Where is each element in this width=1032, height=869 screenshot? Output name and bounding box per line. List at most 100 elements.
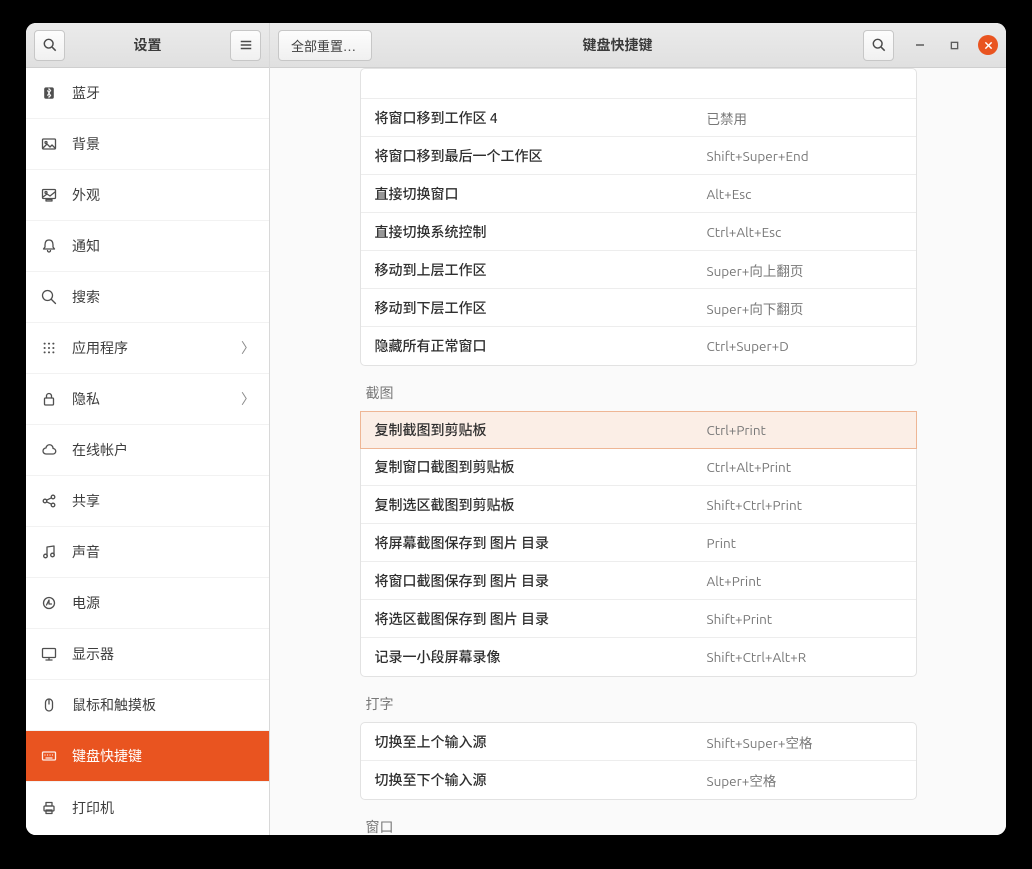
sidebar-item-background[interactable]: 背景 (26, 119, 269, 170)
shortcut-key: Shift+Ctrl+Alt+R (707, 649, 902, 665)
shortcut-row[interactable] (361, 69, 916, 99)
sidebar-item-search[interactable]: 搜索 (26, 272, 269, 323)
close-button[interactable] (978, 35, 998, 55)
background-icon (40, 136, 58, 152)
share-icon (40, 493, 58, 509)
sidebar-item-label: 通知 (72, 236, 255, 256)
sidebar-item-label: 蓝牙 (72, 83, 255, 103)
shortcut-name: 复制选区截图到剪贴板 (375, 495, 707, 515)
panel-title: 键盘快捷键 (380, 35, 855, 55)
shortcut-row[interactable]: 复制截图到剪贴板 Ctrl+Print (360, 411, 917, 449)
display-icon (40, 646, 58, 662)
shortcut-row[interactable]: 将窗口截图保存到 图片 目录 Alt+Print (361, 562, 916, 600)
sidebar: 设置 蓝牙 背景 外观 通知 搜索 应用程序 〉 隐私 〉 在线帐户 (26, 23, 270, 835)
panel-header: 全部重置… 键盘快捷键 (270, 23, 1006, 68)
sidebar-item-keyboard[interactable]: 键盘快捷键 (26, 731, 269, 782)
shortcut-row[interactable]: 将窗口移到最后一个工作区 Shift+Super+End (361, 137, 916, 175)
sidebar-item-bluetooth[interactable]: 蓝牙 (26, 68, 269, 119)
shortcut-row[interactable]: 复制选区截图到剪贴板 Shift+Ctrl+Print (361, 486, 916, 524)
shortcut-key: Shift+Super+空格 (707, 732, 902, 752)
search-icon (43, 38, 57, 52)
shortcut-key: Print (707, 535, 902, 551)
shortcut-row[interactable]: 将选区截图保存到 图片 目录 Shift+Print (361, 600, 916, 638)
shortcut-row[interactable]: 移动到上层工作区 Super+向上翻页 (361, 251, 916, 289)
section-title: 窗口 (360, 799, 917, 835)
sidebar-item-notifications[interactable]: 通知 (26, 221, 269, 272)
shortcut-row[interactable]: 记录一小段屏幕录像 Shift+Ctrl+Alt+R (361, 638, 916, 676)
sidebar-item-label: 搜索 (72, 287, 255, 307)
shortcut-key: Super+向上翻页 (707, 260, 902, 280)
shortcut-row[interactable]: 将窗口移到工作区 4 已禁用 (361, 99, 916, 137)
minimize-button[interactable] (910, 35, 930, 55)
shortcut-row[interactable]: 切换至上个输入源 Shift+Super+空格 (361, 723, 916, 761)
sidebar-item-appearance[interactable]: 外观 (26, 170, 269, 221)
appearance-icon (40, 187, 58, 203)
shortcut-name: 切换至下个输入源 (375, 770, 707, 790)
shortcut-row[interactable]: 切换至下个输入源 Super+空格 (361, 761, 916, 799)
section-title: 打字 (360, 676, 917, 722)
shortcut-row[interactable]: 复制窗口截图到剪贴板 Ctrl+Alt+Print (361, 448, 916, 486)
shortcut-list: 将窗口移到工作区 4 已禁用 将窗口移到最后一个工作区 Shift+Super+… (360, 68, 917, 366)
reset-all-button[interactable]: 全部重置… (278, 30, 372, 61)
music-icon (40, 544, 58, 560)
sidebar-item-printers[interactable]: 打印机 (26, 782, 269, 833)
sidebar-item-label: 打印机 (72, 798, 255, 818)
sidebar-item-displays[interactable]: 显示器 (26, 629, 269, 680)
shortcut-key: Ctrl+Alt+Print (707, 459, 902, 475)
shortcut-name: 隐藏所有正常窗口 (375, 336, 707, 356)
shortcut-key: Super+空格 (707, 770, 902, 790)
shortcut-key: Alt+Esc (707, 186, 902, 202)
window-controls (910, 35, 998, 55)
sidebar-list: 蓝牙 背景 外观 通知 搜索 应用程序 〉 隐私 〉 在线帐户 共享 声音 (26, 68, 269, 835)
shortcut-row[interactable]: 移动到下层工作区 Super+向下翻页 (361, 289, 916, 327)
shortcut-list: 切换至上个输入源 Shift+Super+空格 切换至下个输入源 Super+空… (360, 722, 917, 800)
sidebar-item-online-accounts[interactable]: 在线帐户 (26, 425, 269, 476)
sidebar-item-label: 隐私 (72, 389, 227, 409)
shortcut-name: 将窗口移到最后一个工作区 (375, 146, 707, 166)
sidebar-item-label: 共享 (72, 491, 255, 511)
printer-icon (40, 800, 58, 816)
panel-search-button[interactable] (863, 30, 894, 61)
sidebar-header: 设置 (26, 23, 269, 68)
sidebar-menu-button[interactable] (230, 30, 261, 61)
sidebar-search-button[interactable] (34, 30, 65, 61)
shortcut-key: Shift+Print (707, 611, 902, 627)
sidebar-item-label: 在线帐户 (72, 440, 255, 460)
sidebar-item-label: 背景 (72, 134, 255, 154)
sidebar-item-applications[interactable]: 应用程序 〉 (26, 323, 269, 374)
power-icon (40, 595, 58, 611)
panel-body[interactable]: 将窗口移到工作区 4 已禁用 将窗口移到最后一个工作区 Shift+Super+… (270, 68, 1006, 835)
shortcut-name: 直接切换系统控制 (375, 222, 707, 242)
maximize-button[interactable] (944, 35, 964, 55)
shortcut-key: 已禁用 (707, 108, 902, 128)
maximize-icon (950, 41, 959, 50)
shortcut-name: 复制窗口截图到剪贴板 (375, 457, 707, 477)
sidebar-item-sharing[interactable]: 共享 (26, 476, 269, 527)
shortcut-name: 将窗口移到工作区 4 (375, 108, 707, 128)
cloud-icon (40, 442, 58, 458)
shortcut-row[interactable]: 直接切换系统控制 Ctrl+Alt+Esc (361, 213, 916, 251)
shortcut-row[interactable]: 直接切换窗口 Alt+Esc (361, 175, 916, 213)
sidebar-item-sound[interactable]: 声音 (26, 527, 269, 578)
sidebar-item-mouse[interactable]: 鼠标和触摸板 (26, 680, 269, 731)
shortcut-row[interactable]: 将屏幕截图保存到 图片 目录 Print (361, 524, 916, 562)
sidebar-item-privacy[interactable]: 隐私 〉 (26, 374, 269, 425)
shortcut-name: 直接切换窗口 (375, 184, 707, 204)
chevron-right-icon: 〉 (241, 389, 255, 409)
sidebar-title: 设置 (65, 35, 230, 55)
bell-icon (40, 238, 58, 254)
shortcut-key: Ctrl+Print (707, 422, 902, 438)
keyboard-icon (40, 748, 58, 764)
shortcut-name: 将屏幕截图保存到 图片 目录 (375, 533, 707, 553)
shortcut-key: Shift+Super+End (707, 148, 902, 164)
sidebar-item-label: 电源 (72, 593, 255, 613)
settings-window: 设置 蓝牙 背景 外观 通知 搜索 应用程序 〉 隐私 〉 在线帐户 (26, 23, 1006, 835)
sidebar-item-label: 外观 (72, 185, 255, 205)
shortcut-row[interactable]: 隐藏所有正常窗口 Ctrl+Super+D (361, 327, 916, 365)
shortcut-key: Shift+Ctrl+Print (707, 497, 902, 513)
close-icon (984, 41, 993, 50)
sidebar-item-power[interactable]: 电源 (26, 578, 269, 629)
content-panel: 全部重置… 键盘快捷键 将窗口移到工作区 4 (270, 23, 1006, 835)
shortcut-key: Ctrl+Alt+Esc (707, 224, 902, 240)
sidebar-item-label: 鼠标和触摸板 (72, 695, 255, 715)
